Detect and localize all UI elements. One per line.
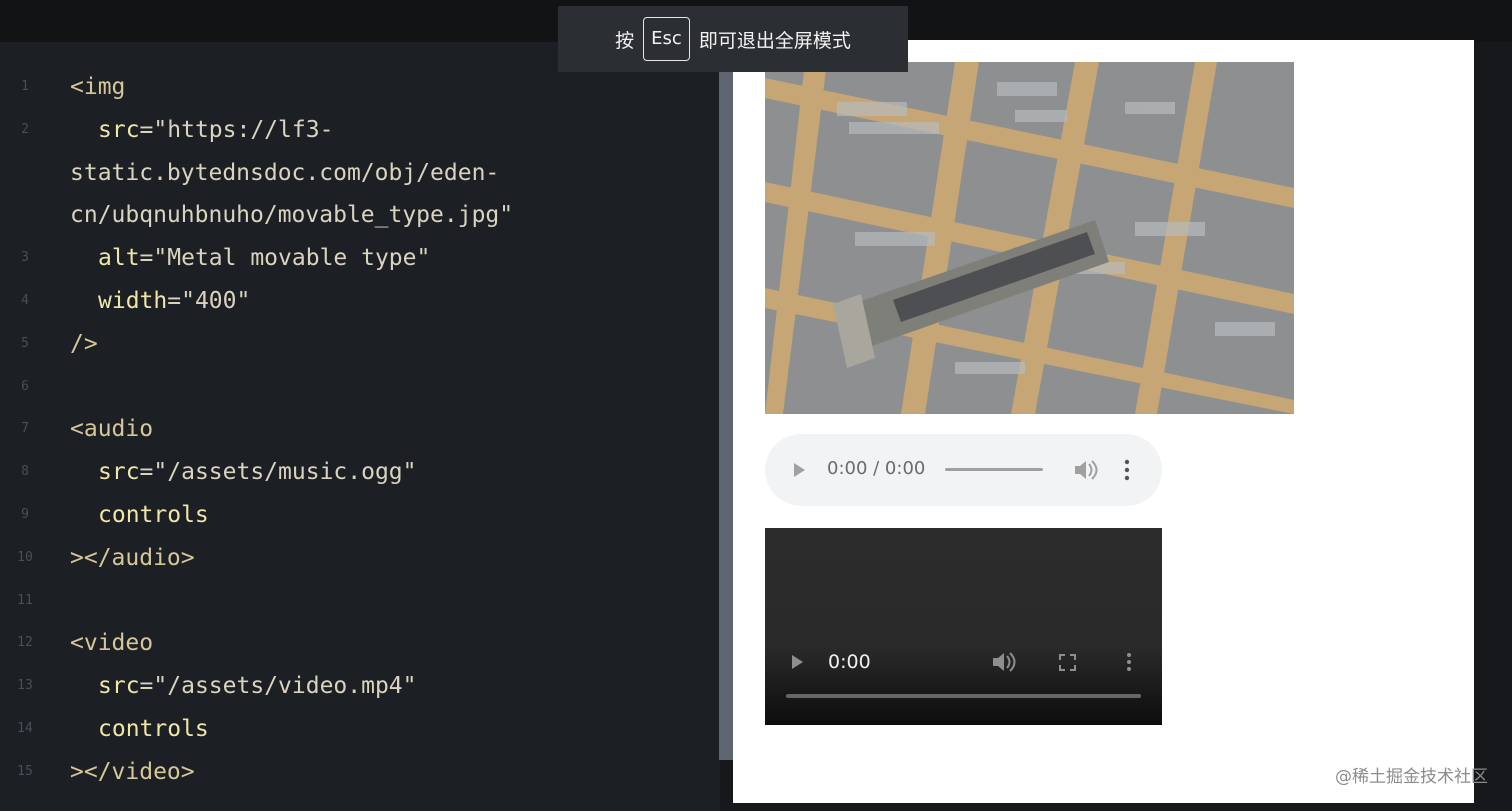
code-tag: ></audio> — [70, 544, 195, 571]
toast-text-before: 按 — [615, 29, 635, 52]
video-progress-track — [786, 694, 1141, 698]
code-text: static.bytednsdoc.com/obj/eden- — [70, 152, 499, 194]
line-number: 2 — [21, 121, 29, 137]
line-number: 15 — [17, 763, 33, 779]
line-number: 7 — [21, 421, 29, 437]
code-text: cn/ubqnuhbnuho/movable_type.jpg" — [70, 194, 513, 236]
code-continuation: static.bytednsdoc.com/obj/eden- — [70, 159, 500, 186]
code-attribute-value: "Metal movable type" — [153, 245, 431, 272]
audio-player[interactable]: 0:00 / 0:00 — [765, 434, 1162, 506]
code-continuation: cn/ubqnuhbnuho/movable_type.jpg" — [70, 202, 514, 229]
code-attribute: src — [98, 116, 140, 143]
code-editor[interactable]: 1 <img 2 src="https://lf3- static.bytednsdoc… — [0, 42, 720, 811]
code-attribute-value: "/assets/video.mp4" — [153, 673, 417, 700]
more-options-icon — [1124, 459, 1130, 481]
code-attribute: controls — [98, 502, 209, 528]
code-attribute: alt — [98, 245, 140, 272]
code-text: width="400" — [98, 288, 251, 314]
line-number: 10 — [17, 549, 33, 565]
line-number: 1 — [21, 79, 29, 94]
toast-text-after: 即可退出全屏模式 — [698, 29, 851, 52]
line-number: 8 — [21, 464, 29, 480]
line-number: 6 — [21, 378, 29, 394]
code-attribute: src — [98, 673, 140, 700]
video-controls — [765, 528, 1162, 725]
code-tag: <video — [70, 630, 154, 657]
editor-scrollbar[interactable] — [719, 42, 733, 760]
line-number: 14 — [17, 721, 33, 736]
code-text: controls — [98, 494, 209, 536]
line-number: 4 — [21, 293, 29, 308]
code-attribute-value: "/assets/music.ogg" — [153, 459, 417, 486]
fullscreen-toast: 按 Esc 即可退出全屏模式 — [558, 6, 908, 72]
video-player[interactable]: 0:00 — [765, 528, 1162, 725]
line-number: 9 — [21, 507, 29, 522]
audio-controls — [794, 459, 1130, 481]
code-tag: ></video> — [70, 758, 195, 785]
audio-progress-track — [945, 468, 1043, 471]
code-text: <video — [70, 622, 153, 664]
code-text: /> — [70, 323, 98, 365]
line-number: 13 — [17, 678, 33, 694]
line-number: 5 — [21, 335, 29, 351]
code-text: ></audio> — [70, 537, 195, 579]
code-text: src="https://lf3- — [98, 116, 334, 143]
volume-icon — [1075, 460, 1098, 480]
code-attribute: controls — [98, 716, 209, 742]
code-text: controls — [98, 708, 209, 750]
esc-key-badge: Esc — [643, 17, 690, 61]
code-text: ></video> — [70, 751, 195, 793]
audio-time: 0:00 / 0:00 — [827, 458, 926, 479]
code-text: src="/assets/video.mp4" — [98, 673, 417, 700]
more-options-icon — [1127, 653, 1131, 671]
code-text: <audio — [70, 408, 153, 450]
movable-type-photo — [765, 62, 1294, 414]
code-text: src="/assets/music.ogg" — [98, 459, 417, 486]
watermark: @稀土掘金技术社区 — [1335, 767, 1488, 787]
code-attribute: src — [98, 459, 140, 486]
line-number: 12 — [17, 635, 33, 651]
play-icon — [794, 463, 805, 477]
code-text: <img — [70, 66, 125, 108]
movable-type-image — [765, 62, 1294, 414]
code-tag: <img — [70, 74, 126, 100]
video-time: 0:00 — [828, 651, 871, 673]
code-attribute: width — [98, 288, 168, 314]
code-tag: <audio — [70, 416, 154, 443]
code-text: alt="Metal movable type" — [98, 245, 431, 272]
code-attribute-value: "400" — [181, 288, 251, 314]
line-number: 3 — [21, 250, 29, 266]
code-attribute-value: "https://lf3- — [153, 116, 334, 143]
preview-pane: 0:00 / 0:00 0:00 — [733, 40, 1474, 803]
code-tag: /> — [70, 330, 98, 357]
line-number: 11 — [17, 592, 33, 608]
